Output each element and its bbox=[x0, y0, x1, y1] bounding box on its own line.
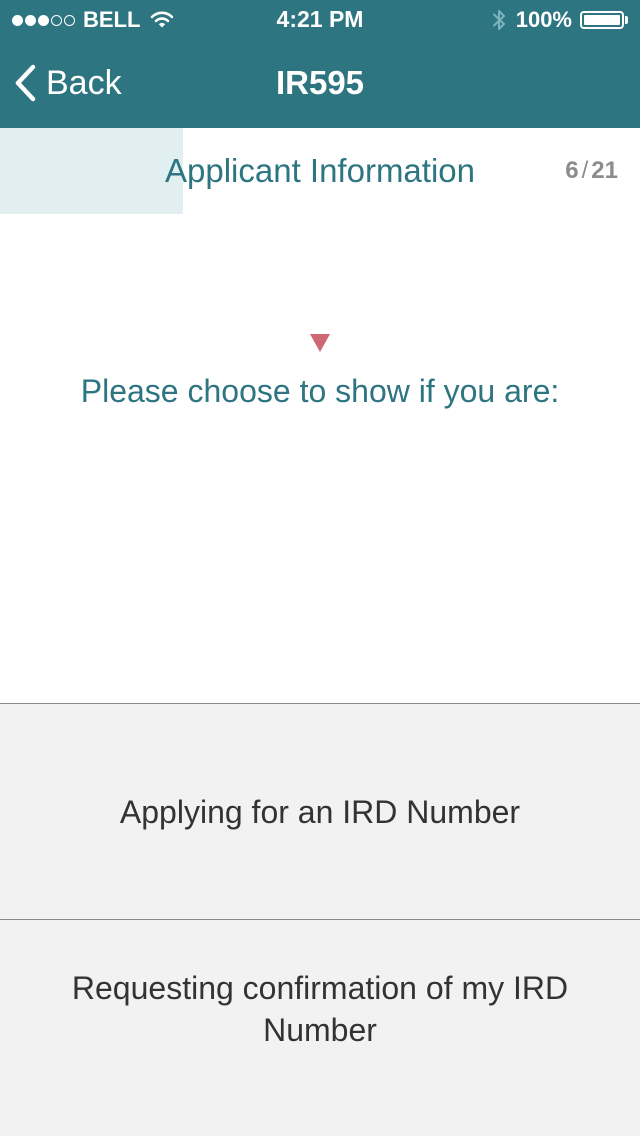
step-counter: 6/21 bbox=[565, 156, 618, 186]
battery-icon bbox=[580, 11, 628, 29]
pointer-triangle-icon bbox=[310, 334, 330, 352]
step-current: 6 bbox=[565, 157, 579, 184]
section-title: Applicant Information bbox=[164, 152, 475, 189]
question-text: Please choose to show if you are: bbox=[80, 373, 560, 409]
status-right: 100% bbox=[492, 6, 628, 34]
battery-percent: 100% bbox=[515, 7, 572, 32]
step-total: 21 bbox=[591, 157, 618, 184]
step-separator: / bbox=[581, 157, 589, 184]
section-header: Applicant Information 6/21 bbox=[0, 128, 640, 214]
header: BELL 4:21 PM 100% Back IR595 bbox=[0, 0, 640, 128]
battery-tip bbox=[625, 16, 628, 24]
back-button[interactable]: Back bbox=[14, 60, 122, 106]
chevron-left-icon bbox=[14, 64, 36, 102]
navigation-bar: Back IR595 bbox=[0, 40, 640, 128]
status-bar: BELL 4:21 PM 100% bbox=[0, 0, 640, 40]
bluetooth-icon bbox=[492, 8, 506, 32]
option-label: Requesting confirmation of my IRD Number bbox=[71, 970, 569, 1048]
battery-body bbox=[580, 11, 624, 29]
option-label: Applying for an IRD Number bbox=[119, 793, 521, 830]
option-request-confirmation[interactable]: Requesting confirmation of my IRD Number bbox=[0, 919, 640, 1136]
back-label: Back bbox=[46, 63, 122, 102]
option-apply-ird-number[interactable]: Applying for an IRD Number bbox=[0, 703, 640, 919]
battery-level bbox=[584, 15, 620, 25]
